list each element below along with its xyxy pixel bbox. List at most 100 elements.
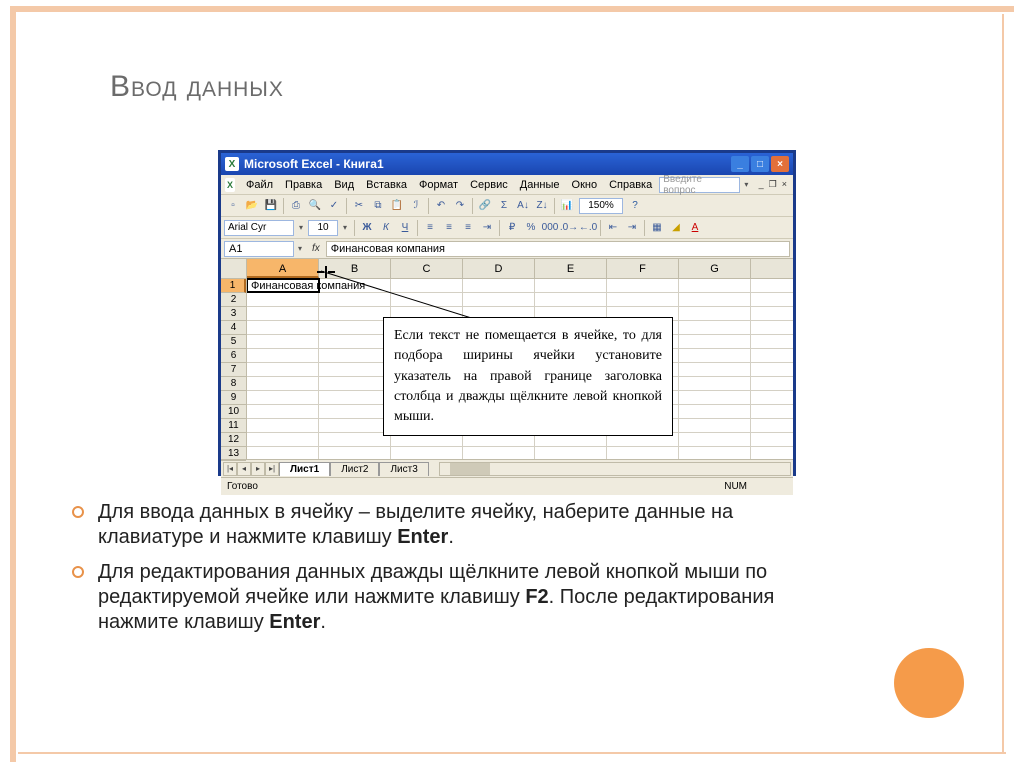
cell[interactable] <box>679 279 751 292</box>
sort-desc-icon[interactable]: Z↓ <box>533 197 551 215</box>
cell[interactable] <box>319 447 391 459</box>
bold-icon[interactable]: Ж <box>358 219 376 237</box>
menu-help[interactable]: Справка <box>604 178 657 192</box>
hyperlink-icon[interactable]: 🔗 <box>476 197 494 215</box>
cell[interactable] <box>247 293 319 306</box>
cell[interactable] <box>679 377 751 390</box>
maximize-button[interactable]: □ <box>751 156 769 172</box>
help-icon[interactable]: ? <box>626 197 644 215</box>
row-header[interactable]: 4 <box>221 321 246 335</box>
preview-icon[interactable]: 🔍 <box>306 197 324 215</box>
cell[interactable] <box>607 293 679 306</box>
wb-close-icon[interactable]: × <box>780 179 789 190</box>
paste-icon[interactable]: 📋 <box>388 197 406 215</box>
cell[interactable] <box>679 363 751 376</box>
print-icon[interactable]: ⎙ <box>287 197 305 215</box>
formula-input[interactable]: Финансовая компания <box>326 241 790 257</box>
cut-icon[interactable]: ✂ <box>350 197 368 215</box>
col-header-c[interactable]: C <box>391 259 463 278</box>
menu-data[interactable]: Данные <box>515 178 565 192</box>
col-header-f[interactable]: F <box>607 259 679 278</box>
cell[interactable] <box>247 377 319 390</box>
horizontal-scrollbar[interactable] <box>439 462 791 476</box>
cell[interactable] <box>535 447 607 459</box>
align-right-icon[interactable]: ≡ <box>459 219 477 237</box>
row-header[interactable]: 7 <box>221 363 246 377</box>
cell[interactable] <box>319 419 391 432</box>
col-header-d[interactable]: D <box>463 259 535 278</box>
col-header-b[interactable]: B <box>319 259 391 278</box>
cell[interactable] <box>607 447 679 459</box>
cell[interactable] <box>319 405 391 418</box>
cell[interactable] <box>535 293 607 306</box>
menu-edit[interactable]: Правка <box>280 178 327 192</box>
row-header[interactable]: 2 <box>221 293 246 307</box>
cell[interactable] <box>319 391 391 404</box>
align-center-icon[interactable]: ≡ <box>440 219 458 237</box>
undo-icon[interactable]: ↶ <box>432 197 450 215</box>
cell[interactable] <box>679 433 751 446</box>
cell[interactable] <box>247 419 319 432</box>
italic-icon[interactable]: К <box>377 219 395 237</box>
indent-dec-icon[interactable]: ⇤ <box>604 219 622 237</box>
align-left-icon[interactable]: ≡ <box>421 219 439 237</box>
select-all-corner[interactable] <box>221 259 246 279</box>
cell[interactable] <box>391 447 463 459</box>
cell[interactable] <box>679 405 751 418</box>
wb-restore-icon[interactable]: ❐ <box>767 179 779 190</box>
cell[interactable] <box>679 307 751 320</box>
cell[interactable] <box>679 293 751 306</box>
menu-tools[interactable]: Сервис <box>465 178 513 192</box>
zoom-input[interactable]: 150% <box>579 198 623 214</box>
cell[interactable] <box>319 335 391 348</box>
cell[interactable] <box>319 321 391 334</box>
menu-window[interactable]: Окно <box>567 178 603 192</box>
cell[interactable] <box>391 279 463 292</box>
menu-view[interactable]: Вид <box>329 178 359 192</box>
borders-icon[interactable]: ▦ <box>648 219 666 237</box>
col-header-g[interactable]: G <box>679 259 751 278</box>
row-header[interactable]: 5 <box>221 335 246 349</box>
spell-icon[interactable]: ✓ <box>325 197 343 215</box>
sheet-tab-2[interactable]: Лист2 <box>330 462 379 476</box>
tab-nav-prev-icon[interactable]: ◂ <box>237 462 251 476</box>
autosum-icon[interactable]: Σ <box>495 197 513 215</box>
tab-nav-last-icon[interactable]: ▸| <box>265 462 279 476</box>
cell[interactable] <box>679 447 751 459</box>
namebox-dropdown-icon[interactable]: ▾ <box>294 244 306 253</box>
cell[interactable] <box>319 293 391 306</box>
cell[interactable] <box>247 391 319 404</box>
cell[interactable] <box>247 433 319 446</box>
minimize-button[interactable]: _ <box>731 156 749 172</box>
cell[interactable] <box>247 321 319 334</box>
cell[interactable] <box>247 405 319 418</box>
size-dropdown-icon[interactable]: ▾ <box>339 223 351 232</box>
tab-nav-next-icon[interactable]: ▸ <box>251 462 265 476</box>
cell[interactable] <box>607 279 679 292</box>
row-header[interactable]: 3 <box>221 307 246 321</box>
spreadsheet-grid[interactable]: 1 2 3 4 5 6 7 8 9 10 11 12 13 A B C D E … <box>221 259 793 459</box>
cell[interactable] <box>535 279 607 292</box>
open-icon[interactable]: 📂 <box>243 197 261 215</box>
font-color-icon[interactable]: A <box>686 219 704 237</box>
col-header-e[interactable]: E <box>535 259 607 278</box>
merge-icon[interactable]: ⇥ <box>478 219 496 237</box>
close-button[interactable]: × <box>771 156 789 172</box>
cell[interactable] <box>679 335 751 348</box>
chart-icon[interactable]: 📊 <box>558 197 576 215</box>
save-icon[interactable]: 💾 <box>262 197 280 215</box>
menu-format[interactable]: Формат <box>414 178 463 192</box>
cell[interactable] <box>247 307 319 320</box>
cell[interactable] <box>247 363 319 376</box>
row-header-1[interactable]: 1 <box>221 279 246 293</box>
row-header[interactable]: 12 <box>221 433 246 447</box>
row-header[interactable]: 11 <box>221 419 246 433</box>
menu-file[interactable]: Файл <box>241 178 278 192</box>
cell[interactable] <box>319 363 391 376</box>
cell[interactable] <box>463 279 535 292</box>
help-dropdown-icon[interactable]: ▾ <box>742 180 751 189</box>
cell[interactable] <box>247 349 319 362</box>
name-box[interactable]: A1 <box>224 241 294 257</box>
percent-icon[interactable]: % <box>522 219 540 237</box>
dec-decimal-icon[interactable]: ←.0 <box>579 219 597 237</box>
